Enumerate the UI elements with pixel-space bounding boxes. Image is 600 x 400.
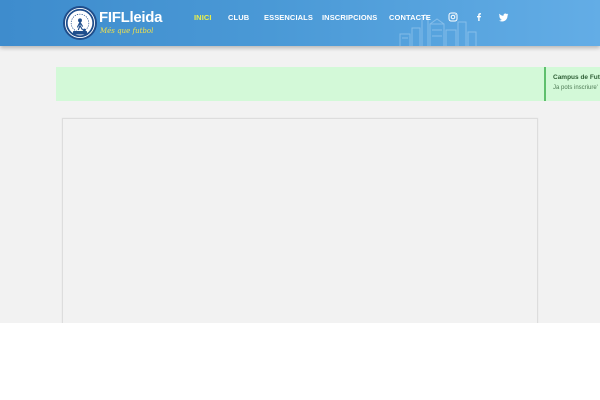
- nav-item-essencials[interactable]: ESSENCIALS: [264, 13, 313, 22]
- club-crest-icon: [63, 6, 97, 40]
- page-footer-area: [0, 323, 600, 400]
- brand-slogan: Més que futbol: [100, 27, 154, 35]
- notice-ticker: Campus de Fut Ja pots inscriure': [56, 67, 600, 101]
- notice-title: Campus de Fut: [553, 74, 600, 81]
- nav-item-inscripcions[interactable]: INSCRIPCIONS: [322, 13, 377, 22]
- page: FIFLleida Més que futbol INICI CLUB ESSE…: [0, 0, 600, 400]
- notice-text: Ja pots inscriure': [553, 85, 598, 91]
- site-logo[interactable]: FIFLleida Més que futbol: [63, 6, 173, 42]
- twitter-icon[interactable]: [499, 12, 509, 22]
- content-panel: [62, 118, 538, 328]
- instagram-icon[interactable]: [448, 12, 458, 22]
- nav-item-contacte[interactable]: CONTACTE: [389, 13, 431, 22]
- nav-item-club[interactable]: CLUB: [228, 13, 249, 22]
- facebook-icon[interactable]: [474, 12, 484, 22]
- site-header: FIFLleida Més que futbol INICI CLUB ESSE…: [0, 0, 600, 46]
- nav-item-inici[interactable]: INICI: [194, 13, 212, 22]
- notice-item[interactable]: Campus de Fut Ja pots inscriure': [544, 67, 600, 101]
- brand-name: FIFLleida: [99, 9, 163, 26]
